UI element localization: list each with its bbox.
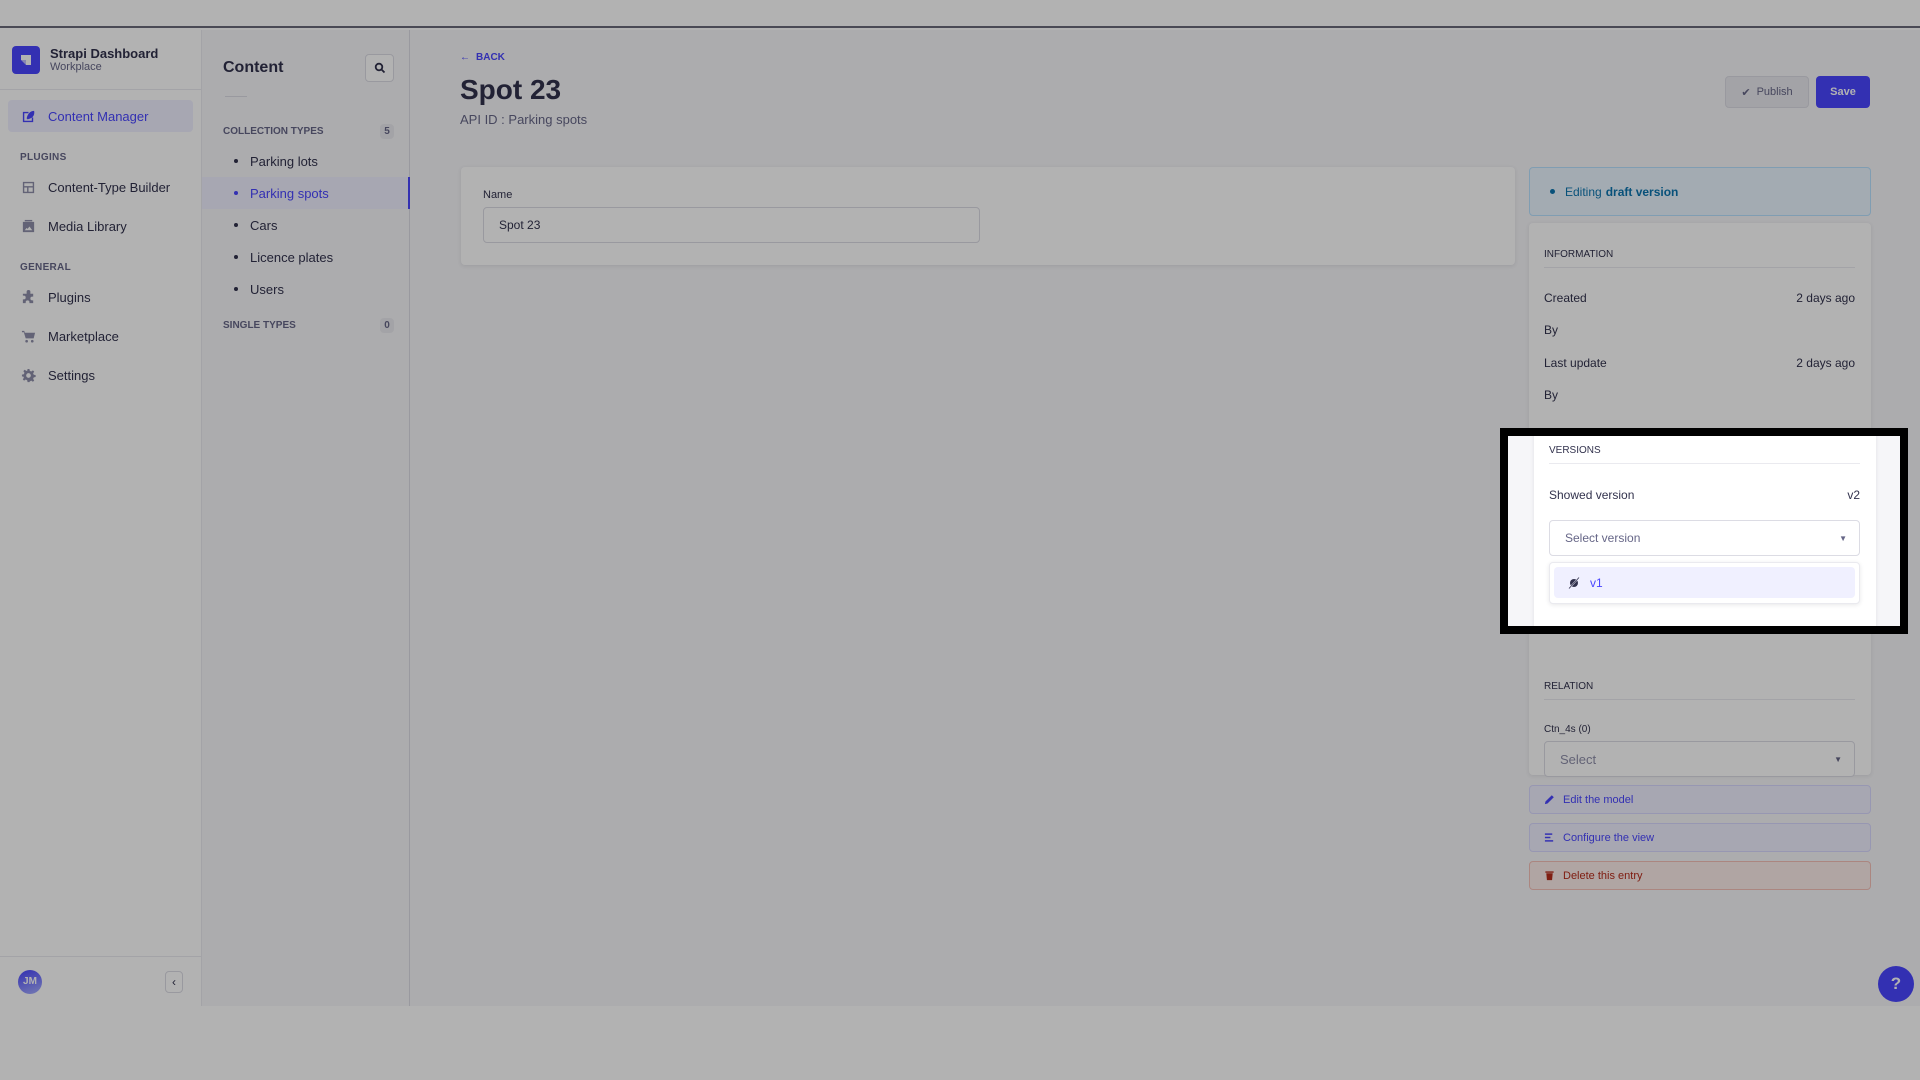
puzzle-icon	[20, 289, 36, 305]
collapse-nav-button[interactable]: ‹	[165, 970, 183, 993]
page-title: Spot 23	[460, 74, 562, 105]
count-badge: 0	[380, 317, 394, 333]
caret-down-icon: ▼	[1839, 533, 1847, 543]
nav-label: Settings	[48, 367, 95, 383]
brand: Strapi Dashboard Workplace	[0, 30, 201, 90]
created-row: Created 2 days ago	[1544, 291, 1855, 305]
api-id: API ID : Parking spots	[460, 112, 588, 127]
strapi-logo-icon	[12, 45, 40, 74]
nav-label: Content-Type Builder	[48, 179, 171, 195]
versions-title: Versions	[1549, 445, 1860, 464]
updated-by-row: By	[1544, 388, 1559, 402]
subnav-title: Content	[223, 59, 284, 76]
showed-version-value: v2	[1847, 488, 1860, 502]
name-label: Name	[483, 189, 513, 201]
content-subnav: Content Collection Types 5 Parking lots …	[202, 30, 410, 1006]
subnav-item-licence-plates[interactable]: Licence plates	[202, 241, 409, 273]
nav-item-settings[interactable]: Settings	[8, 359, 193, 391]
section-title: Collection Types	[223, 125, 324, 137]
item-label: Licence plates	[250, 249, 334, 265]
edit-form-card: Name Spot 23	[461, 167, 1515, 265]
edit-model-button[interactable]: Edit the model	[1529, 785, 1871, 814]
nav-item-plugins[interactable]: Plugins	[8, 281, 193, 313]
item-label: Users	[250, 281, 284, 297]
trash-icon	[1545, 871, 1554, 881]
brand-title: Strapi Dashboard	[50, 45, 159, 61]
last-update-row: Last update 2 days ago	[1544, 356, 1855, 370]
subnav-item-parking-lots[interactable]: Parking lots	[202, 145, 409, 177]
created-by-row: By	[1544, 323, 1559, 337]
version-option-v1[interactable]: v1	[1554, 567, 1855, 598]
delete-entry-button[interactable]: Delete this entry	[1529, 861, 1871, 890]
publish-button[interactable]: ✔ Publish	[1725, 76, 1809, 108]
bullet-icon	[234, 255, 238, 259]
bullet-icon	[234, 223, 238, 227]
version-select[interactable]: Select version ▼	[1549, 520, 1860, 556]
bullet-icon	[1550, 189, 1555, 194]
top-strip	[0, 0, 1920, 28]
search-button[interactable]	[365, 54, 394, 82]
nav-item-marketplace[interactable]: Marketplace	[8, 320, 193, 352]
image-icon	[20, 218, 36, 234]
relation-select[interactable]: Select ▼	[1544, 741, 1855, 777]
search-icon	[374, 62, 385, 74]
nav-section-general: General	[20, 262, 71, 273]
list-icon	[1544, 833, 1554, 842]
item-label: Parking spots	[250, 185, 329, 201]
versions-card: Versions Showed version v2 Select versio…	[1534, 436, 1876, 626]
subnav-item-cars[interactable]: Cars	[202, 209, 409, 241]
help-button[interactable]: ?	[1878, 966, 1914, 1002]
back-link[interactable]: ← Back	[460, 52, 505, 63]
highlight-box: Versions Showed version v2 Select versio…	[1500, 428, 1908, 634]
subnav-item-parking-spots[interactable]: Parking spots	[202, 177, 410, 209]
item-label: Parking lots	[250, 153, 318, 169]
nav-item-content-manager[interactable]: Content Manager	[8, 100, 193, 132]
collection-types-header[interactable]: Collection Types 5	[202, 121, 409, 141]
section-title: Single Types	[223, 319, 296, 331]
user-avatar[interactable]: JM	[18, 969, 42, 994]
bullet-icon	[234, 159, 238, 163]
item-label: Cars	[250, 217, 278, 233]
nav-label: Plugins	[48, 289, 91, 305]
subnav-item-users[interactable]: Users	[202, 273, 409, 305]
nav-label: Content Manager	[48, 108, 149, 124]
layout-icon	[20, 179, 36, 195]
relation-field-label: Ctn_4s (0)	[1544, 724, 1591, 735]
nav-footer: JM ‹	[0, 956, 201, 1006]
count-badge: 5	[380, 123, 394, 139]
cart-icon	[20, 328, 36, 344]
pencil-icon	[1544, 795, 1554, 805]
name-input[interactable]: Spot 23	[483, 207, 980, 243]
single-types-header[interactable]: Single Types 0	[202, 315, 409, 335]
relation-title: Relation	[1544, 681, 1855, 700]
nav-label: Marketplace	[48, 328, 119, 344]
bullet-icon	[234, 191, 238, 195]
nav-item-content-type-builder[interactable]: Content-Type Builder	[8, 171, 193, 203]
bottom-area	[0, 1006, 1920, 1080]
showed-version-row: Showed version v2	[1549, 488, 1860, 502]
feather-pen-icon	[20, 108, 36, 124]
save-button[interactable]: Save	[1816, 76, 1870, 108]
main-nav: Strapi Dashboard Workplace Content Manag…	[0, 30, 202, 1006]
check-icon: ✔	[1741, 86, 1751, 99]
draft-status-banner: Editing draft version	[1529, 167, 1871, 216]
gear-icon	[20, 367, 36, 383]
nav-section-plugins: Plugins	[20, 152, 67, 163]
brand-subtitle: Workplace	[50, 60, 102, 73]
nav-label: Media Library	[48, 218, 127, 234]
bullet-icon	[234, 287, 238, 291]
configure-view-button[interactable]: Configure the view	[1529, 823, 1871, 852]
caret-down-icon: ▼	[1834, 754, 1842, 764]
version-dropdown-menu: v1	[1549, 562, 1860, 604]
arrow-left-icon: ←	[460, 52, 470, 63]
information-title: Information	[1544, 249, 1855, 268]
unpublished-icon	[1568, 576, 1580, 589]
chevron-left-icon: ‹	[172, 974, 176, 989]
nav-item-media-library[interactable]: Media Library	[8, 210, 193, 242]
